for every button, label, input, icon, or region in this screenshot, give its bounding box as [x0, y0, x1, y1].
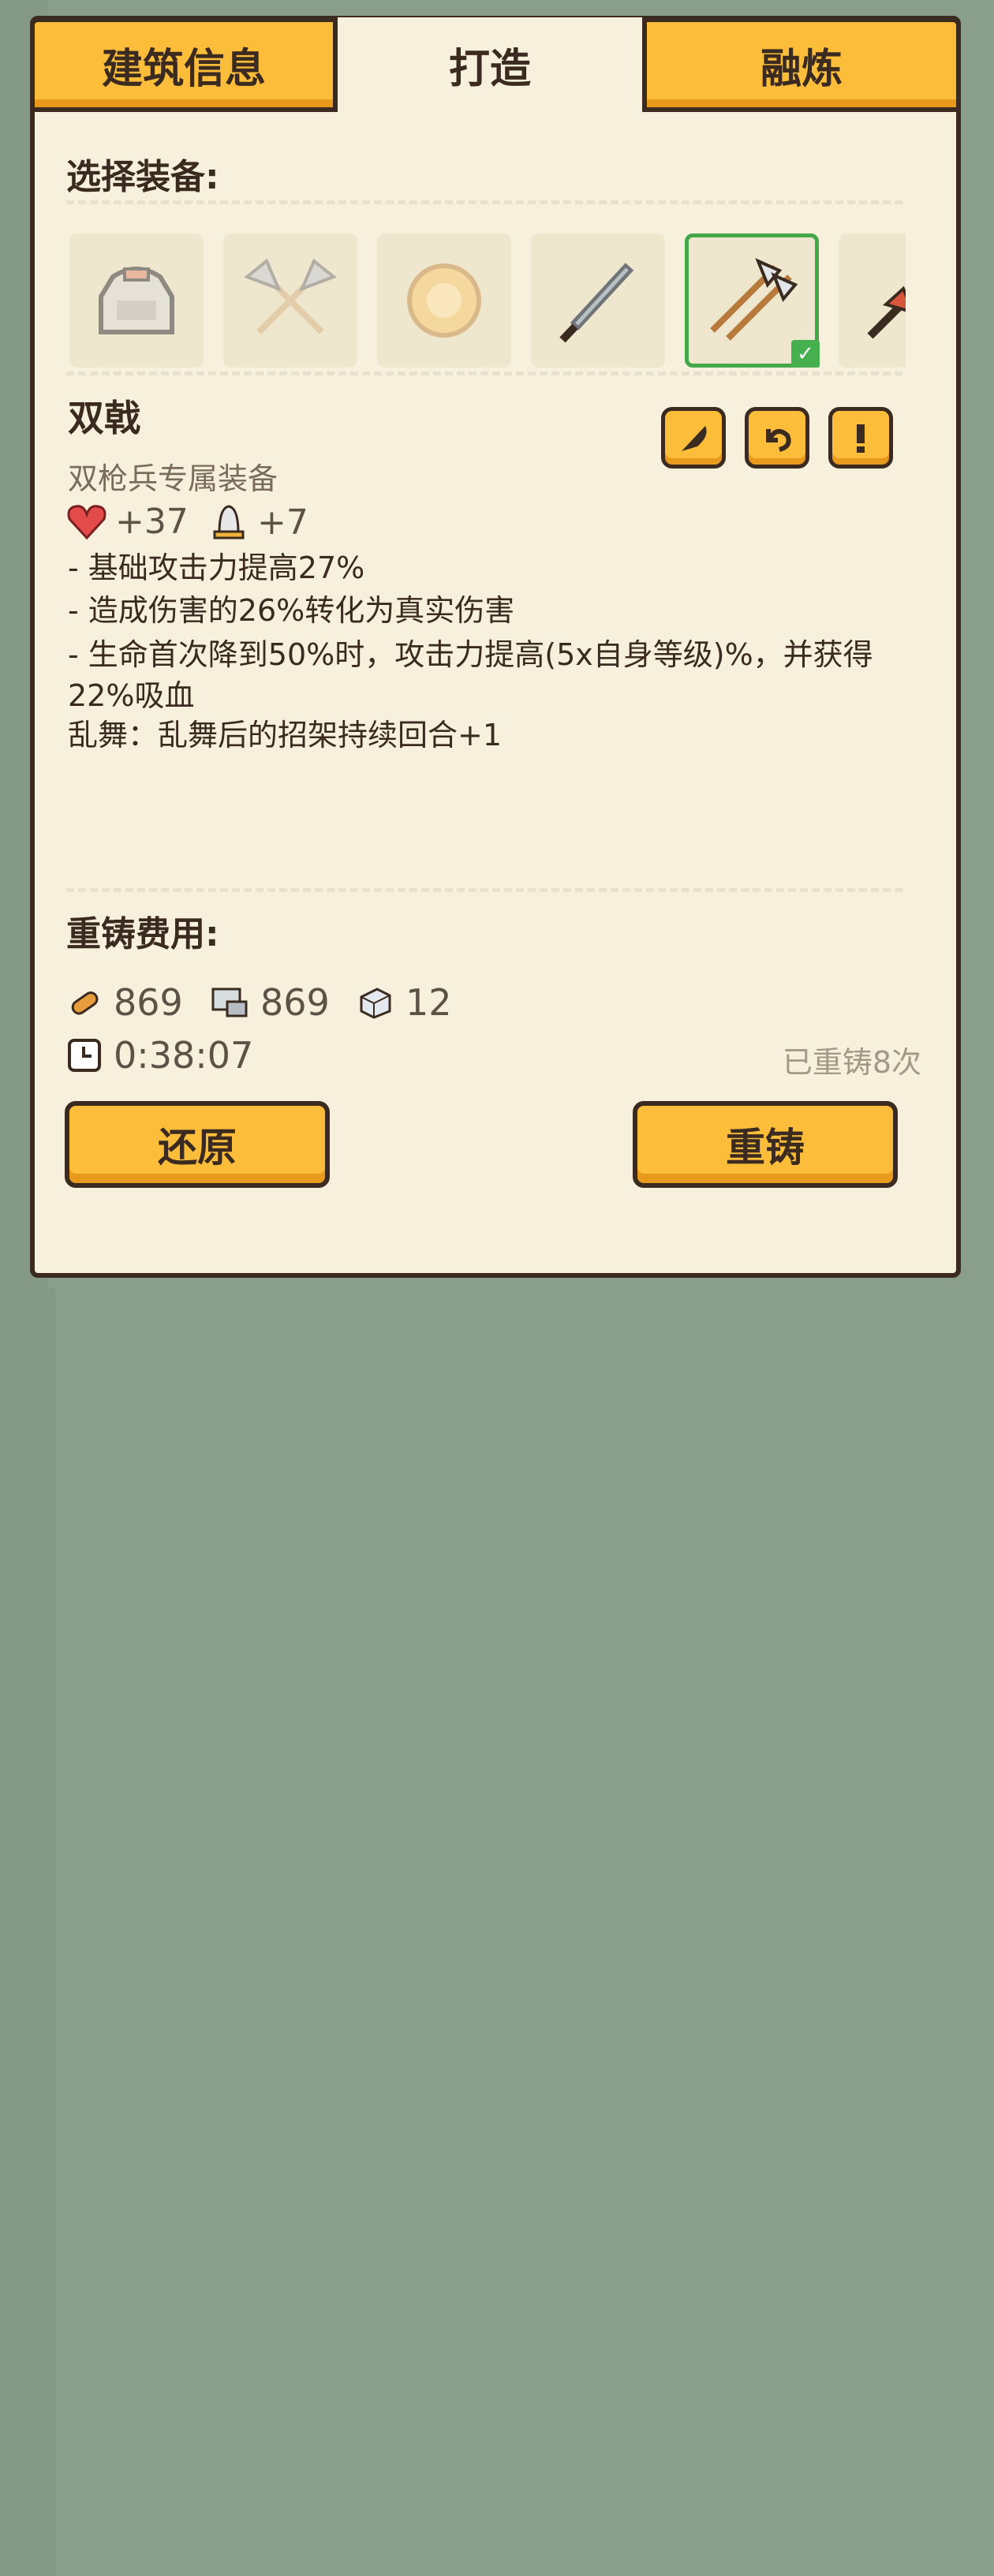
forge-panel: 建筑信息 打造 融炼 选择装备: ✓ 双戟 双枪兵专属装备 +37 +7 - 基…	[30, 16, 961, 1278]
stat-defense-value: +7	[257, 502, 308, 543]
reforge-count: 已重铸8次	[782, 1045, 921, 1080]
effect-line: - 基础攻击力提高27%	[68, 551, 365, 585]
cost-stone: 869	[210, 981, 330, 1024]
equipment-slot[interactable]	[69, 233, 204, 368]
item-name: 双戟	[68, 397, 140, 439]
divider	[66, 371, 902, 375]
heart-icon	[67, 504, 106, 539]
info-button[interactable]	[828, 407, 893, 469]
equipment-slot[interactable]	[377, 233, 511, 368]
undo-icon	[766, 428, 791, 452]
equipment-slot-selected[interactable]: ✓	[685, 233, 820, 368]
stat-health-value: +37	[115, 502, 189, 542]
cost-stone-value: 869	[260, 981, 330, 1024]
reforge-button[interactable]: 重铸	[633, 1101, 898, 1188]
cost-iron: 12	[357, 981, 452, 1024]
stone-icon	[211, 987, 248, 1017]
feather-icon	[682, 426, 707, 451]
iron-icon	[360, 987, 391, 1019]
selected-check-icon: ✓	[791, 340, 820, 368]
cost-bread-value: 869	[114, 981, 183, 1024]
clock-icon	[68, 1039, 101, 1072]
chest-armor-icon	[99, 267, 174, 334]
timer-value: 0:38:07	[114, 1034, 254, 1077]
special-effect: 乱舞：乱舞后的招架持续回合+1	[68, 718, 503, 752]
cost-bread: 869	[66, 981, 183, 1024]
reforge-timer: 0:38:07	[66, 1034, 253, 1077]
bread-icon	[71, 991, 99, 1015]
tab-forge[interactable]: 打造	[338, 17, 642, 112]
crossed-axes-icon	[244, 258, 337, 334]
select-equipment-title: 选择装备:	[66, 157, 219, 197]
background-right	[0, 1288, 55, 2576]
tab-building-info[interactable]: 建筑信息	[30, 17, 338, 112]
effect-line: - 造成伤害的26%转化为真实伤害	[68, 593, 515, 628]
stat-health: +37	[66, 502, 189, 542]
reforge-cost-title: 重铸费用:	[66, 914, 219, 954]
cost-iron-value: 12	[405, 981, 452, 1024]
exclamation-icon	[857, 424, 865, 453]
item-subtitle: 双枪兵专属装备	[68, 461, 278, 496]
restore-button[interactable]: 还原	[65, 1101, 330, 1188]
divider	[66, 888, 902, 892]
edit-button[interactable]	[661, 407, 726, 469]
effect-line: - 生命首次降到50%时，攻击力提高(5x自身等级)%，并获得22%吸血	[68, 637, 873, 713]
spear-icon	[867, 286, 906, 339]
bell-defense-icon	[213, 505, 245, 539]
tab-smelt[interactable]: 融炼	[642, 17, 961, 112]
round-shield-icon	[407, 263, 481, 338]
undo-button[interactable]	[745, 407, 809, 469]
stat-defense: +7	[208, 502, 308, 543]
sword-icon	[559, 263, 634, 343]
divider	[66, 200, 902, 204]
equipment-slot[interactable]	[531, 233, 665, 368]
equipment-list[interactable]: ✓	[69, 233, 906, 368]
equipment-slot[interactable]	[839, 233, 906, 368]
equipment-slot[interactable]	[223, 233, 357, 368]
